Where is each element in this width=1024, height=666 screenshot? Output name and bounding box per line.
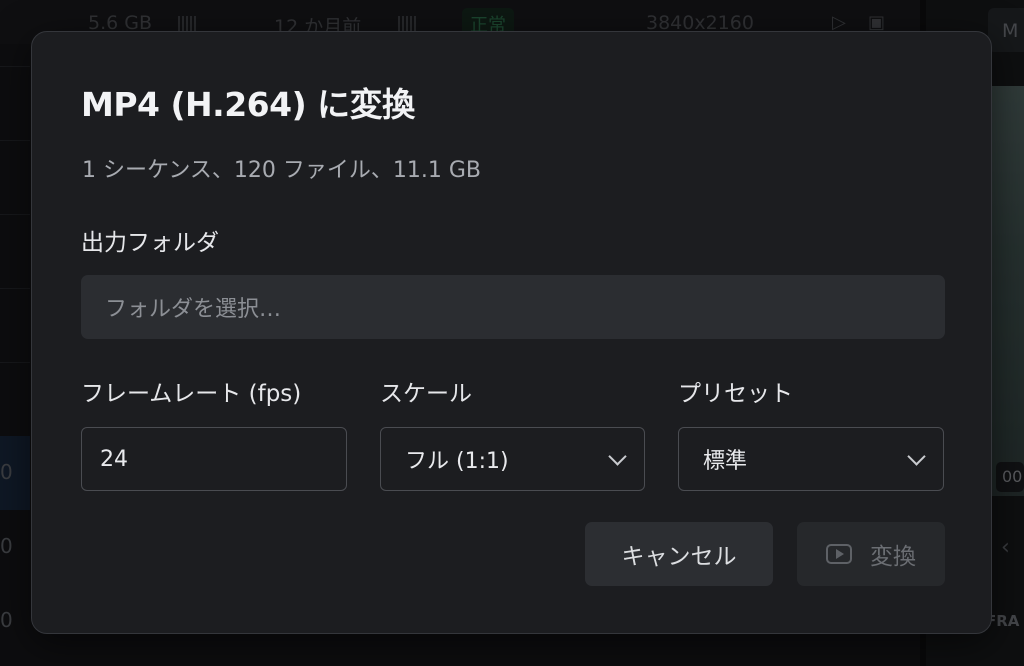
framerate-value: 24 xyxy=(100,446,128,472)
scale-label: スケール xyxy=(380,381,472,407)
preset-label: プリセット xyxy=(678,381,793,407)
output-folder-placeholder: フォルダを選択… xyxy=(105,297,282,322)
output-folder-picker[interactable]: フォルダを選択… xyxy=(81,275,945,339)
preset-value: 標準 xyxy=(703,449,748,474)
cancel-button-label: キャンセル xyxy=(621,544,737,570)
chevron-down-icon xyxy=(907,447,926,466)
video-play-icon xyxy=(826,544,852,564)
convert-button[interactable]: 変換 xyxy=(797,522,945,586)
scale-value: フル (1:1) xyxy=(405,449,509,474)
chevron-down-icon xyxy=(608,447,627,466)
framerate-label: フレームレート (fps) xyxy=(81,381,302,407)
cancel-button[interactable]: キャンセル xyxy=(585,522,773,586)
convert-button-label: 変換 xyxy=(870,544,916,570)
preset-select[interactable]: 標準 xyxy=(678,427,944,491)
dialog-title: MP4 (H.264) に変換 xyxy=(81,85,415,124)
scale-select[interactable]: フル (1:1) xyxy=(380,427,645,491)
dialog-summary: 1 シーケンス、120 ファイル、11.1 GB xyxy=(82,158,481,183)
output-folder-label: 出力フォルダ xyxy=(81,230,219,256)
framerate-input[interactable]: 24 xyxy=(81,427,347,491)
convert-dialog: MP4 (H.264) に変換 1 シーケンス、120 ファイル、11.1 GB… xyxy=(31,31,992,634)
